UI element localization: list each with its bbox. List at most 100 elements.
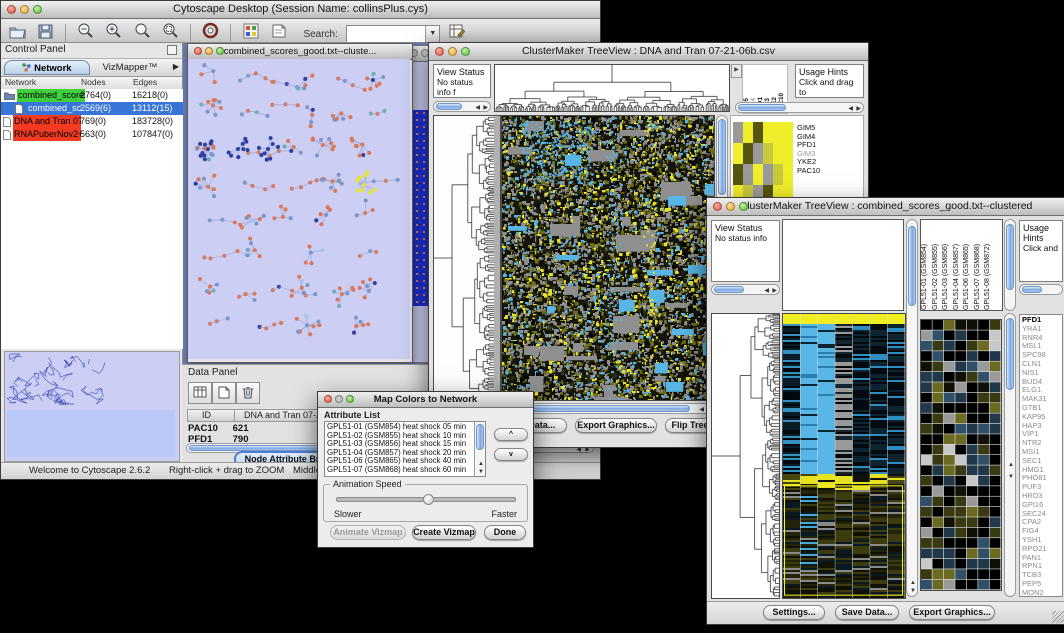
zoom-button[interactable]	[739, 202, 748, 211]
column-header-network[interactable]: Network	[5, 77, 36, 87]
minimize-button[interactable]	[335, 395, 343, 403]
column-header-edges[interactable]: Edges	[133, 77, 157, 87]
resize-grip[interactable]	[1052, 611, 1064, 623]
move-up-button[interactable]: ^	[494, 428, 528, 441]
save-data-button[interactable]: Save Data...	[835, 605, 899, 620]
scroll-up-icon[interactable]: ▲	[478, 461, 484, 467]
scroll-left-icon[interactable]: ◀	[764, 287, 769, 294]
move-down-button[interactable]: v	[494, 448, 528, 461]
scroll-right-icon[interactable]: ▶	[772, 287, 777, 294]
dialog-titlebar[interactable]: Map Colors to Network	[318, 392, 533, 408]
help-lifering-icon[interactable]	[199, 19, 223, 41]
id-column-header[interactable]: ID	[202, 410, 211, 420]
treeview1-titlebar[interactable]: ClusterMaker TreeView : DNA and Tran 07-…	[429, 43, 868, 61]
scroll-left-icon[interactable]: ◀	[475, 104, 480, 111]
column-divider[interactable]	[234, 410, 235, 421]
zoom-button[interactable]	[216, 47, 224, 55]
scroll-left-icon[interactable]: ◀	[699, 406, 704, 413]
close-button[interactable]	[713, 202, 722, 211]
delete-attribute-trash-icon[interactable]	[236, 382, 260, 404]
zoom-fit-icon[interactable]	[130, 19, 154, 41]
create-vizmap-button[interactable]: Create Vizmap	[412, 525, 476, 540]
zoom-button[interactable]	[33, 5, 42, 14]
network-overview-canvas[interactable]	[4, 351, 180, 462]
export-graphics-button[interactable]: Export Graphics...	[575, 418, 657, 433]
tab-network[interactable]: Network	[4, 60, 90, 75]
minimize-button[interactable]	[448, 47, 457, 56]
scroll-left-icon[interactable]: ◀	[848, 105, 853, 112]
heatmap-canvas[interactable]	[782, 313, 906, 599]
new-attribute-icon[interactable]	[212, 382, 236, 404]
attribute-table-icon[interactable]	[445, 20, 469, 42]
attribute-list-vscrollbar[interactable]: ▲ ▼	[474, 422, 485, 476]
settings-button[interactable]: Settings...	[763, 605, 825, 620]
attribute-list-item[interactable]: GPL51-07 (GSM868) heat shock 60 min	[327, 466, 472, 475]
scroll-up-icon[interactable]: ▲	[910, 580, 916, 586]
zoom-in-icon[interactable]	[102, 19, 126, 41]
export-graphics-button[interactable]: Export Graphics...	[909, 605, 995, 620]
treeview2-titlebar[interactable]: ClusterMaker TreeView : combined_scores_…	[707, 198, 1064, 216]
attribute-list[interactable]: GPL51-01 (GSM854) heat shock 05 minGPL51…	[324, 421, 486, 477]
network-list: combined_scores2764(0)16218(0)combined_s…	[1, 89, 183, 349]
table-view-icon[interactable]	[188, 382, 212, 404]
close-button[interactable]	[435, 47, 444, 56]
minimize-button[interactable]	[20, 5, 29, 14]
row-dendrogram-canvas[interactable]	[711, 313, 780, 599]
column-dendrogram-canvas[interactable]	[494, 64, 730, 112]
save-icon[interactable]	[33, 20, 57, 42]
view-status-scrollbar[interactable]: ◀ ▶	[711, 284, 780, 295]
main-vscrollbar[interactable]: ▲ ▼	[906, 219, 918, 597]
network-list-row[interactable]: combined_scores2764(0)16218(0)	[1, 89, 183, 102]
open-file-icon[interactable]	[5, 20, 29, 42]
zoom-selected-icon[interactable]	[159, 19, 183, 41]
column-header-nodes[interactable]: Nodes	[81, 77, 106, 87]
slider-thumb[interactable]	[423, 494, 434, 505]
network-tab-icon	[22, 63, 31, 72]
network-list-row[interactable]: combined_sco2569(6)13112(15)	[1, 102, 183, 115]
minimize-button[interactable]	[726, 202, 735, 211]
minimize-button[interactable]	[205, 47, 213, 55]
window-controls[interactable]	[7, 5, 42, 14]
cluster-heatmap-canvas[interactable]	[920, 319, 1002, 591]
right-panel-scrollbar[interactable]: ◀ ▶	[735, 102, 864, 113]
heatmap-canvas[interactable]	[501, 115, 715, 401]
table-row[interactable]: PAC10 621	[188, 423, 249, 434]
gene-list-vscrollbar[interactable]: ▲ ▼	[1004, 313, 1016, 597]
network-frame-1[interactable]: combined_scores_good.txt--cluste...	[187, 43, 413, 363]
tabs-overflow-icon[interactable]: ▶	[173, 62, 179, 71]
zoom-button[interactable]	[346, 395, 354, 403]
network-list-row[interactable]: DNA and Tran 07769(0)183728(0)	[1, 115, 183, 128]
animate-vizmap-button[interactable]: Animate Vizmap	[330, 525, 406, 540]
network-view-canvas[interactable]	[188, 59, 410, 359]
close-button[interactable]	[7, 5, 16, 14]
search-input[interactable]	[347, 26, 425, 42]
zoom-out-icon[interactable]	[73, 19, 97, 41]
frame1-titlebar[interactable]: combined_scores_good.txt--cluste...	[188, 44, 412, 60]
tab-vizmapper[interactable]: VizMapper™	[93, 60, 167, 75]
annotation-icon[interactable]	[267, 20, 291, 42]
search-dropdown-icon[interactable]: ▼	[425, 26, 439, 42]
gene-list[interactable]: PFD1YRA1RNR4MSL1SPC98CLN1NIS1BUD4ELG1MAK…	[1019, 314, 1063, 597]
float-panel-icon[interactable]	[167, 45, 177, 55]
scroll-down-icon[interactable]: ▼	[1008, 474, 1014, 480]
network-list-row[interactable]: RNAPuberNov2+563(0)107847(0)	[1, 128, 183, 141]
usage-hints-scrollbar[interactable]	[1019, 284, 1063, 295]
scroll-right-icon[interactable]: ▶	[856, 105, 861, 112]
scroll-up-icon[interactable]: ▲	[1008, 462, 1014, 468]
view-status-scrollbar[interactable]: ◀ ▶	[433, 101, 491, 112]
search-combobox[interactable]: ▼	[346, 25, 440, 43]
close-button[interactable]	[324, 395, 332, 403]
close-button[interactable]	[194, 47, 202, 55]
scroll-right-icon[interactable]: ▶	[483, 104, 488, 111]
animation-speed-slider[interactable]	[336, 497, 516, 502]
scroll-down-icon[interactable]: ▼	[478, 469, 484, 475]
done-button[interactable]: Done	[484, 525, 526, 540]
vizmapper-palette-icon[interactable]	[239, 20, 263, 42]
main-titlebar[interactable]: Cytoscape Desktop (Session Name: collins…	[1, 1, 600, 19]
column-tree-area[interactable]	[782, 219, 904, 311]
labels-vscrollbar[interactable]	[1004, 219, 1016, 311]
zoom-button[interactable]	[461, 47, 470, 56]
splitter-arrow-icon[interactable]: ▶	[731, 64, 742, 78]
row-dendrogram-canvas[interactable]	[433, 115, 501, 401]
scroll-down-icon[interactable]: ▼	[910, 588, 916, 594]
